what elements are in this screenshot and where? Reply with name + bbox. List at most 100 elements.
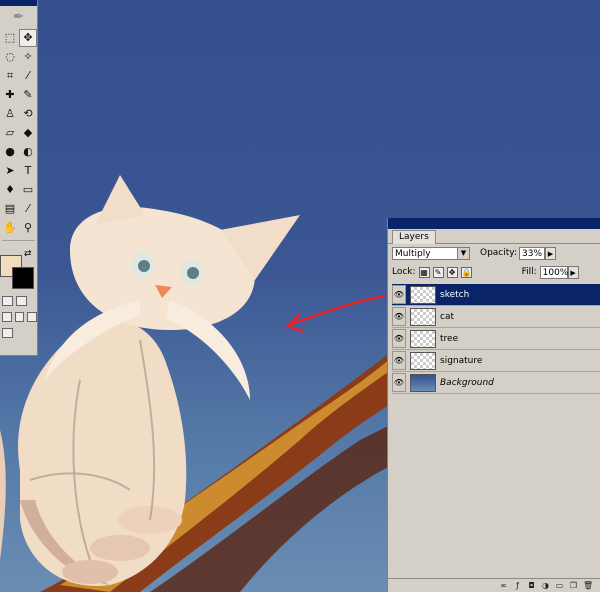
cat-tail — [0, 430, 6, 560]
quick-mask-modes — [0, 293, 37, 309]
layer-row[interactable]: 👁 signature — [392, 350, 600, 372]
link-icon[interactable]: ∞ — [499, 581, 508, 590]
standard-screen-button[interactable] — [2, 312, 12, 322]
adjustment-icon[interactable]: ◑ — [541, 581, 550, 590]
new-group-icon[interactable]: ▭ — [555, 581, 564, 590]
blend-mode-value: Multiply — [395, 248, 431, 259]
marquee-icon[interactable]: ⬚ — [1, 29, 19, 47]
lock-fill-row: Lock: ▦ ✎ ✥ 🔒 Fill: 100% ▶ — [392, 264, 579, 280]
eye-icon[interactable]: 👁 — [392, 373, 406, 392]
eye-icon[interactable]: 👁 — [392, 329, 406, 348]
lock-label: Lock: — [392, 267, 416, 277]
jump-to-imageready-button[interactable] — [2, 328, 13, 338]
layer-thumbnail — [410, 351, 436, 370]
clone-stamp-icon[interactable]: ♙ — [1, 105, 19, 123]
opacity-field[interactable]: 33% — [519, 246, 545, 260]
annotation-arrow — [291, 294, 387, 326]
cat-pupil-right — [187, 267, 199, 279]
layers-tabbar: Layers — [388, 229, 600, 244]
eyedropper-icon[interactable]: ⁄ — [19, 200, 37, 218]
tool-row: ➤ T — [0, 161, 37, 180]
tool-row: ♙ ⟲ — [0, 104, 37, 123]
move-icon[interactable]: ✥ — [19, 28, 37, 47]
full-screen-menu-button[interactable] — [14, 312, 25, 322]
lock-transparency-icon[interactable]: ▦ — [418, 266, 430, 278]
tab-layers[interactable]: Layers — [392, 230, 436, 244]
full-screen-button[interactable] — [27, 312, 38, 322]
tool-row: ▤ ⁄ — [0, 199, 37, 218]
fill-slider-arrow[interactable]: ▶ — [567, 265, 579, 279]
notes-icon[interactable]: ▤ — [1, 200, 19, 218]
layer-name: cat — [440, 311, 454, 322]
layer-thumbnail — [410, 373, 436, 392]
brush-icon[interactable]: ✎ — [19, 86, 37, 104]
layer-thumbnail — [410, 285, 436, 304]
tool-row: ⬚ ✥ — [0, 28, 37, 47]
magic-wand-icon[interactable]: ✧ — [19, 48, 37, 66]
pen-icon[interactable]: ♦ — [1, 181, 19, 199]
layers-panel: Layers Multiply ▼ Opacity: 33% ▶ Lock: ▦… — [387, 218, 600, 592]
zoom-icon[interactable]: ⚲ — [19, 219, 37, 237]
layer-row[interactable]: 👁 sketch — [392, 284, 600, 306]
slice-icon[interactable]: ⁄ — [19, 67, 37, 85]
history-brush-icon[interactable]: ⟲ — [19, 105, 37, 123]
eraser-icon[interactable]: ▱ — [1, 124, 19, 142]
jump-row — [0, 325, 37, 341]
tools-logo[interactable]: ✒ — [0, 6, 37, 28]
rectangle-shape-icon[interactable]: ▭ — [19, 181, 37, 199]
tool-row: ◌ ✧ — [0, 47, 37, 66]
lock-all-icon[interactable]: 🔒 — [460, 266, 472, 278]
background-color-swatch[interactable] — [12, 267, 34, 289]
path-select-icon[interactable]: ➤ — [1, 162, 19, 180]
layers-panel-titlebar[interactable] — [388, 218, 600, 229]
tool-row: ⌗ ⁄ — [0, 66, 37, 85]
standard-mode-button[interactable] — [2, 296, 13, 306]
lock-position-icon[interactable]: ✥ — [446, 266, 458, 278]
layer-list: 👁 sketch 👁 cat 👁 tree 👁 signature 👁 Background — [392, 284, 600, 394]
tool-row: ✚ ✎ — [0, 85, 37, 104]
tool-row: ✋ ⚲ — [0, 218, 37, 237]
cat-paw — [62, 560, 118, 584]
swap-colors-icon[interactable]: ⇄ — [24, 249, 32, 259]
fill-field[interactable]: 100% — [539, 265, 568, 279]
layer-name: Background — [440, 377, 494, 388]
blur-icon[interactable]: ● — [1, 143, 19, 161]
layer-row[interactable]: 👁 cat — [392, 306, 600, 328]
cat-pupil-left — [138, 260, 150, 272]
tools-palette: ✒ ⬚ ✥ ◌ ✧ ⌗ ⁄ ✚ ✎ ♙ ⟲ ▱ ◆ ● ◐ ➤ T ♦ ▭ ▤ ⁄ ✋ ⚲ ⇄ — [0, 0, 38, 356]
layer-name: signature — [440, 355, 483, 366]
eye-icon[interactable]: 👁 — [392, 285, 406, 304]
type-icon[interactable]: T — [19, 162, 37, 180]
mask-icon[interactable]: ◘ — [527, 581, 536, 590]
quick-mask-mode-button[interactable] — [16, 296, 27, 306]
opacity-slider-arrow[interactable]: ▶ — [545, 246, 556, 260]
tools-divider — [2, 240, 35, 245]
chevron-down-icon: ▼ — [457, 247, 469, 259]
dodge-icon[interactable]: ◐ — [19, 143, 37, 161]
healing-brush-icon[interactable]: ✚ — [1, 86, 19, 104]
fill-label: Fill: — [521, 267, 537, 277]
cat-head — [70, 206, 255, 330]
paint-bucket-icon[interactable]: ◆ — [19, 124, 37, 142]
layer-thumbnail — [410, 307, 436, 326]
feather-icon: ✒ — [12, 9, 25, 25]
layer-style-icon[interactable]: ƒ — [513, 581, 522, 590]
lock-pixels-icon[interactable]: ✎ — [432, 266, 444, 278]
new-layer-icon[interactable]: ❐ — [569, 581, 578, 590]
trash-icon[interactable]: 🗑 — [583, 581, 593, 590]
layer-row[interactable]: 👁 tree — [392, 328, 600, 350]
eye-icon[interactable]: 👁 — [392, 307, 406, 326]
layer-name: sketch — [440, 289, 470, 300]
tool-row: ▱ ◆ — [0, 123, 37, 142]
hand-icon[interactable]: ✋ — [1, 219, 19, 237]
blend-opacity-row: Multiply ▼ Opacity: 33% ▶ — [392, 245, 556, 261]
screen-modes — [0, 309, 38, 325]
lasso-icon[interactable]: ◌ — [1, 48, 19, 66]
color-swatches: ⇄ — [0, 249, 37, 293]
blend-mode-select[interactable]: Multiply ▼ — [392, 246, 470, 260]
layer-row[interactable]: 👁 Background — [392, 372, 600, 394]
crop-icon[interactable]: ⌗ — [1, 67, 19, 85]
eye-icon[interactable]: 👁 — [392, 351, 406, 370]
cat-paw — [90, 535, 150, 561]
opacity-label: Opacity: — [480, 248, 517, 258]
